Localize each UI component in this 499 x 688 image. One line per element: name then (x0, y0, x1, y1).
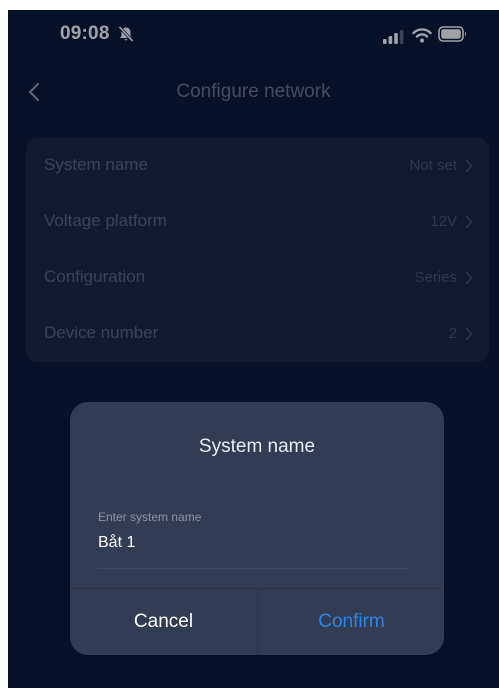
cancel-button[interactable]: Cancel (70, 589, 257, 655)
dialog-title: System name (198, 436, 316, 457)
system-name-input[interactable] (98, 530, 408, 556)
confirm-button[interactable]: Confirm (258, 589, 444, 655)
system-name-dialog: System name Enter system name Cancel Con… (70, 402, 444, 655)
phone-screen: 09:08 Configure network System name Not … (8, 10, 499, 688)
field-label: Enter system name (98, 510, 202, 524)
input-underline (98, 568, 408, 569)
